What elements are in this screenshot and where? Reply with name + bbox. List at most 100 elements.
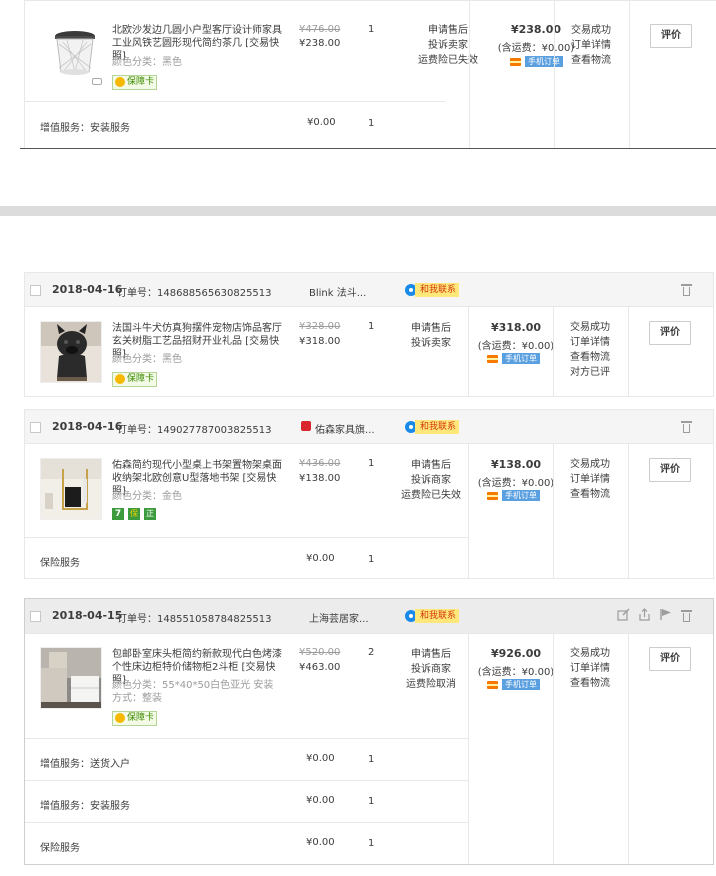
order-detail-link[interactable]: 订单详情 [570, 472, 630, 487]
flag-icon[interactable] [659, 608, 672, 621]
divider [20, 148, 716, 149]
divider [628, 306, 629, 396]
section-separator [0, 206, 716, 216]
divider [629, 0, 630, 148]
shop-name[interactable]: 佑森家具旗... [315, 421, 375, 436]
shop-name[interactable]: Blink 法斗... [309, 284, 366, 299]
after-sale-actions: 申请售后 投诉商家 运费险已失效 [391, 458, 471, 503]
view-logistics-link[interactable]: 查看物流 [570, 350, 630, 365]
divider [468, 306, 469, 396]
after-sale-actions: 申请售后 投诉卖家 运费险已失效 [408, 23, 488, 68]
complain-link[interactable]: 投诉卖家 [408, 38, 488, 53]
product-attr: 颜色分类：黑色 [112, 57, 182, 68]
trade-success-text: 交易成功 [571, 25, 611, 36]
shipping-fee: (含运费：¥0.00) [477, 341, 555, 352]
review-button[interactable]: 评价 [649, 458, 691, 482]
review-button[interactable]: 评价 [649, 647, 691, 671]
order-total: ¥926.00 [490, 647, 542, 660]
divider [554, 0, 555, 148]
order-status: 交易成功 订单详情 查看物流 [570, 646, 630, 691]
review-button[interactable]: 评价 [650, 24, 692, 48]
product-image[interactable] [40, 458, 102, 520]
divider [628, 633, 629, 864]
apply-aftersale-link[interactable]: 申请售后 [391, 458, 471, 473]
service-label: 增值服务：送货入户 [40, 759, 130, 770]
delete-icon[interactable] [681, 284, 692, 296]
shop-name[interactable]: 上海芸居家... [309, 610, 369, 625]
mobile-order-tag: 手机订单 [510, 56, 570, 67]
delete-icon[interactable] [681, 421, 692, 433]
freight-insurance-text: 运费险已失效 [401, 490, 461, 501]
mobile-order-tag: 手机订单 [487, 679, 547, 690]
divider [25, 738, 468, 739]
edit-icon[interactable] [617, 608, 630, 621]
tmall-shop-icon [301, 421, 311, 431]
view-logistics-link[interactable]: 查看物流 [571, 53, 631, 68]
order-status: 交易成功 订单详情 查看物流 对方已评 [570, 320, 630, 380]
authentic-badge[interactable]: 正 [144, 508, 156, 520]
contact-seller-button[interactable]: 和我联系 [405, 283, 465, 297]
service-price: ¥0.00 [306, 795, 335, 806]
contact-label: 和我联系 [415, 609, 460, 623]
quantity: 1 [368, 321, 375, 332]
guarantee-badge[interactable]: 保障卡 [112, 75, 158, 90]
order-date: 2018-04-16 [52, 420, 123, 433]
order-date: 2018-04-15 [52, 609, 123, 622]
divider [628, 443, 629, 578]
contact-seller-button[interactable]: 和我联系 [405, 609, 465, 623]
apply-aftersale-link[interactable]: 申请售后 [391, 321, 471, 336]
order-total: ¥238.00 [510, 23, 562, 36]
service-price: ¥0.00 [306, 837, 335, 848]
order-number: 订单号：148551058784825513 [117, 614, 272, 625]
order-checkbox[interactable] [30, 611, 41, 622]
guarantee-badge[interactable]: 保障卡 [112, 372, 158, 387]
tag-icon [92, 78, 102, 85]
review-button[interactable]: 评价 [649, 321, 691, 345]
order-detail-link[interactable]: 订单详情 [571, 38, 631, 53]
view-logistics-link[interactable]: 查看物流 [570, 487, 630, 502]
service-label: 保险服务 [40, 558, 80, 569]
product-image[interactable] [40, 647, 102, 709]
complain-link[interactable]: 投诉商家 [391, 662, 471, 677]
contact-label: 和我联系 [415, 283, 460, 297]
original-price: ¥520.00 [299, 647, 341, 658]
apply-aftersale-link[interactable]: 申请售后 [408, 23, 488, 38]
order-checkbox[interactable] [30, 422, 41, 433]
guarantee-badge[interactable]: 保 [128, 508, 140, 520]
complain-link[interactable]: 投诉卖家 [391, 336, 471, 351]
card-icon [510, 58, 521, 66]
quantity: 1 [368, 458, 375, 469]
order-card: 2018-04-16 订单号：149027787003825513 佑森家具旗.… [24, 409, 714, 579]
complain-link[interactable]: 投诉商家 [391, 473, 471, 488]
product-attr: 颜色分类：黑色 [112, 354, 182, 365]
mobile-order-label: 手机订单 [525, 56, 563, 67]
divider [468, 633, 469, 864]
apply-aftersale-link[interactable]: 申请售后 [391, 647, 471, 662]
service-qty: 1 [368, 554, 375, 565]
divider [24, 0, 25, 148]
product-image[interactable] [40, 321, 102, 383]
product-image[interactable] [45, 22, 107, 84]
order-detail-link[interactable]: 订单详情 [570, 335, 630, 350]
contact-seller-button[interactable]: 和我联系 [405, 420, 465, 434]
divider [553, 443, 554, 578]
service-qty: 1 [368, 838, 375, 849]
mobile-order-tag: 手机订单 [487, 353, 547, 364]
service-label: 增值服务：安装服务 [40, 123, 130, 134]
delete-icon[interactable] [681, 610, 692, 622]
guarantee-badge[interactable]: 保障卡 [112, 711, 158, 726]
view-logistics-link[interactable]: 查看物流 [570, 676, 630, 691]
order-checkbox[interactable] [30, 285, 41, 296]
order-number: 订单号：148688565630825513 [117, 288, 272, 299]
divider [25, 537, 468, 538]
order-detail-link[interactable]: 订单详情 [570, 661, 630, 676]
share-icon[interactable] [638, 608, 651, 621]
original-price: ¥476.00 [299, 24, 341, 35]
mobile-order-tag: 手机订单 [487, 490, 547, 501]
seven-day-return-badge[interactable]: 7 [112, 508, 124, 520]
order-card: 北欧沙发边几圆小户型客厅设计师家具工业风铁艺圆形现代简约茶几 [交易快照] 颜色… [24, 0, 716, 148]
price: ¥238.00 [299, 38, 341, 49]
card-icon [487, 492, 498, 500]
service-qty: 1 [368, 118, 375, 129]
card-icon [487, 355, 498, 363]
